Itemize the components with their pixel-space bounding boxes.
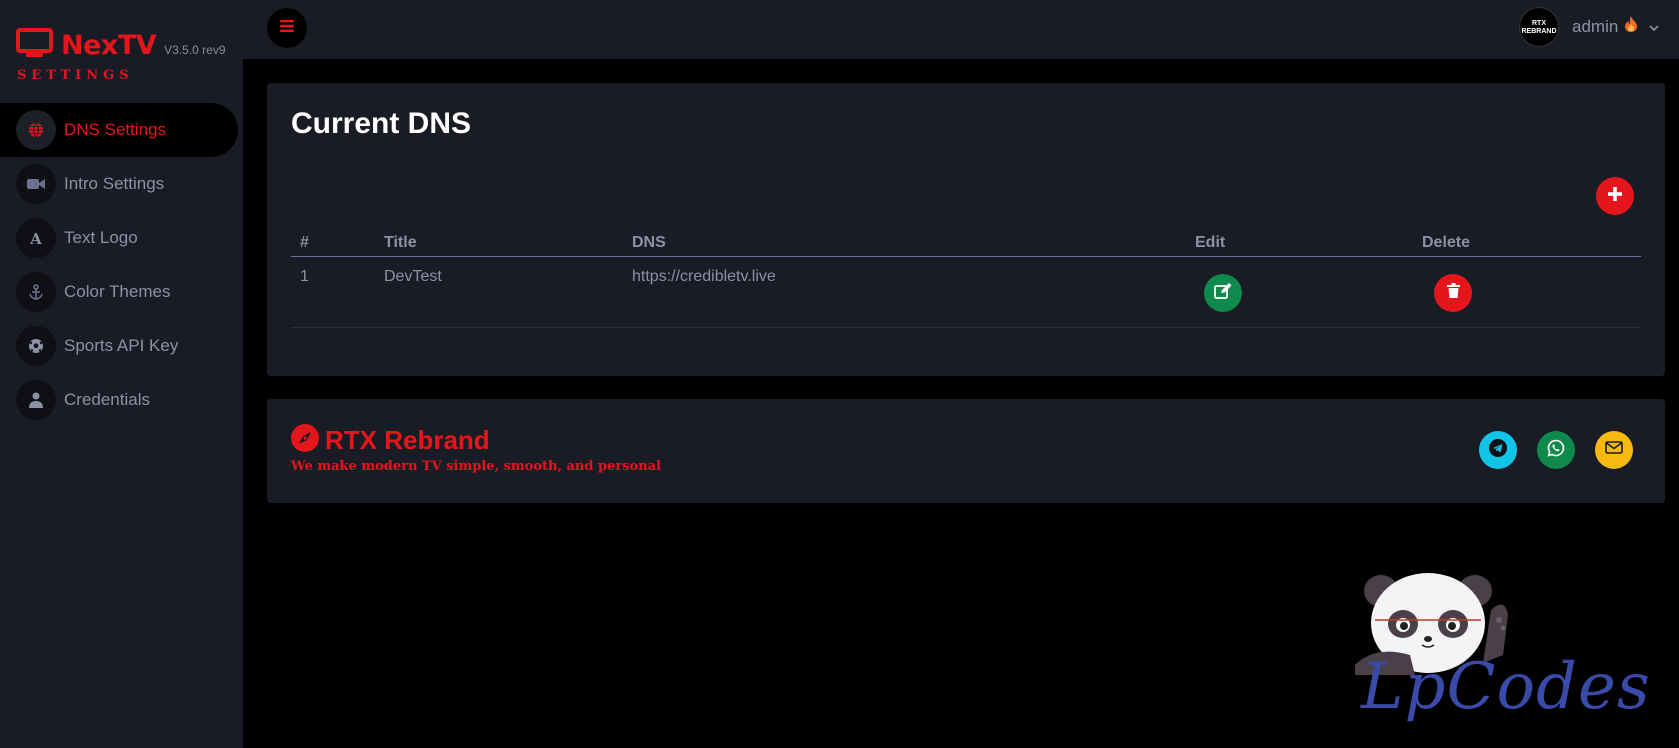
footer-tagline: We make modern TV simple, smooth, and pe… [291, 459, 662, 474]
compass-icon [291, 424, 319, 457]
column-header-number: # [300, 234, 309, 251]
edit-icon [1214, 282, 1232, 304]
sidebar-item-label: Sports API Key [64, 336, 179, 355]
soccer-ball-icon [16, 326, 56, 366]
sidebar-item-credentials[interactable]: Credentials [0, 373, 243, 427]
globe-icon [16, 110, 56, 150]
page-title: Current DNS [291, 107, 472, 140]
avatar-text-line1: RTX [1532, 20, 1546, 27]
telegram-icon [1489, 438, 1507, 462]
dns-card: Current DNS # Title DNS Edit Delete 1 De… [267, 83, 1665, 376]
watermark: LpCodes [1355, 565, 1655, 745]
email-button[interactable] [1595, 431, 1633, 469]
sidebar-item-label: DNS Settings [64, 120, 167, 139]
svg-text:A: A [29, 230, 42, 246]
watermark-text: LpCodes [1361, 650, 1651, 724]
cell-number: 1 [300, 268, 309, 285]
sidebar-item-label: Intro Settings [64, 174, 165, 193]
sidebar-item-label: Text Logo [64, 228, 138, 247]
whatsapp-icon [1547, 439, 1565, 462]
footer-brand-name: RTX Rebrand [325, 425, 490, 455]
trash-icon [1446, 283, 1460, 303]
hamburger-icon [280, 19, 294, 37]
brand-name: NexTV [61, 30, 157, 61]
cell-dns: https://credibletv.live [632, 268, 776, 285]
avatar-text-line2: REBRAND [1521, 28, 1557, 35]
brand-subtitle: SETTINGS [17, 68, 134, 83]
column-header-dns: DNS [632, 234, 666, 251]
avatar[interactable]: RTX REBRAND [1519, 7, 1559, 47]
letter-a-icon: A [16, 218, 56, 258]
sidebar-item-color-themes[interactable]: Color Themes [0, 265, 243, 319]
cell-title: DevTest [384, 268, 442, 285]
delete-button[interactable] [1434, 274, 1472, 312]
video-camera-icon [16, 164, 56, 204]
email-icon [1605, 441, 1623, 459]
user-menu[interactable]: admin [1572, 16, 1659, 37]
edit-button[interactable] [1204, 274, 1242, 312]
sidebar-item-dns-settings[interactable]: DNS Settings [0, 103, 238, 157]
topbar: RTX REBRAND admin [243, 0, 1679, 59]
table-header: # Title DNS Edit Delete [291, 223, 1641, 257]
tv-icon [16, 28, 53, 60]
sidebar-item-sports-api-key[interactable]: Sports API Key [0, 319, 243, 373]
footer-card: RTX Rebrand We make modern TV simple, sm… [267, 399, 1665, 503]
add-dns-button[interactable] [1596, 177, 1634, 215]
anchor-icon [16, 272, 56, 312]
username: admin [1572, 16, 1619, 36]
user-icon [16, 380, 56, 420]
sidebar-item-label: Credentials [64, 390, 150, 409]
brand-version: V3.5.0 rev9 [164, 43, 226, 57]
footer-brand: RTX Rebrand [291, 424, 490, 457]
column-header-delete: Delete [1422, 234, 1471, 251]
brand[interactable]: NexTV V3.5.0 rev9 [16, 24, 226, 61]
sidebar-item-intro-settings[interactable]: Intro Settings [0, 157, 243, 211]
dns-table: # Title DNS Edit Delete 1 DevTest https:… [291, 223, 1641, 328]
sidebar: NexTV V3.5.0 rev9 SETTINGS DNS Settings … [0, 0, 243, 748]
chevron-down-icon [1649, 17, 1659, 37]
whatsapp-button[interactable] [1537, 431, 1575, 469]
fire-icon [1625, 16, 1638, 37]
sidebar-nav: DNS Settings Intro Settings A Text Logo … [0, 103, 243, 427]
table-row: 1 DevTest https://credibletv.live [291, 257, 1641, 328]
menu-toggle-button[interactable] [267, 8, 307, 48]
plus-icon [1608, 186, 1622, 206]
sidebar-item-text-logo[interactable]: A Text Logo [0, 211, 243, 265]
column-header-title: Title [384, 234, 417, 251]
telegram-button[interactable] [1479, 431, 1517, 469]
sidebar-item-label: Color Themes [64, 282, 171, 301]
column-header-edit: Edit [1195, 234, 1226, 251]
